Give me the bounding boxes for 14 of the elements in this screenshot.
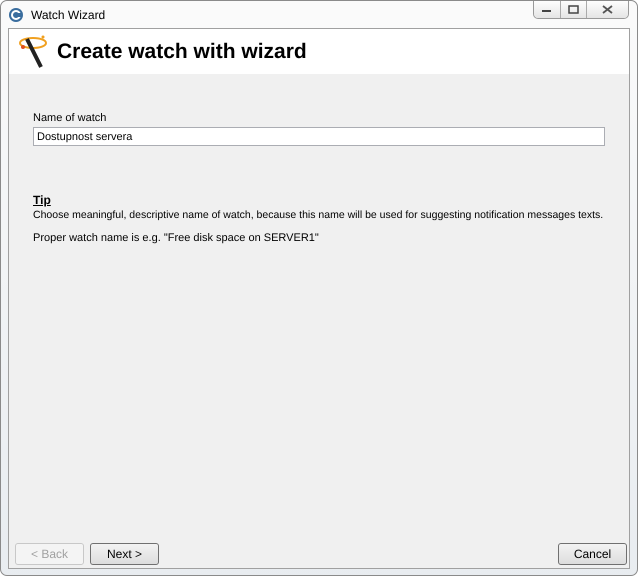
cancel-button[interactable]: Cancel (558, 543, 627, 565)
next-button[interactable]: Next > (90, 543, 159, 565)
name-input[interactable]: Dostupnost servera (33, 127, 605, 146)
page-heading: Create watch with wizard (57, 40, 307, 64)
tip-text: Choose meaningful, descriptive name of watch, because this name will be used for suggesting notification messages texts. (33, 209, 604, 221)
maximize-button[interactable] (560, 1, 586, 18)
close-icon (602, 5, 613, 14)
maximize-icon (568, 5, 579, 14)
window-title: Watch Wizard (31, 8, 106, 22)
tip-heading: Tip (33, 193, 51, 207)
app-icon (8, 6, 24, 22)
field-label: Name of watch (33, 112, 106, 124)
tip-example: Proper watch name is e.g. "Free disk space on SERVER1" (33, 232, 319, 244)
close-button[interactable] (586, 1, 628, 18)
